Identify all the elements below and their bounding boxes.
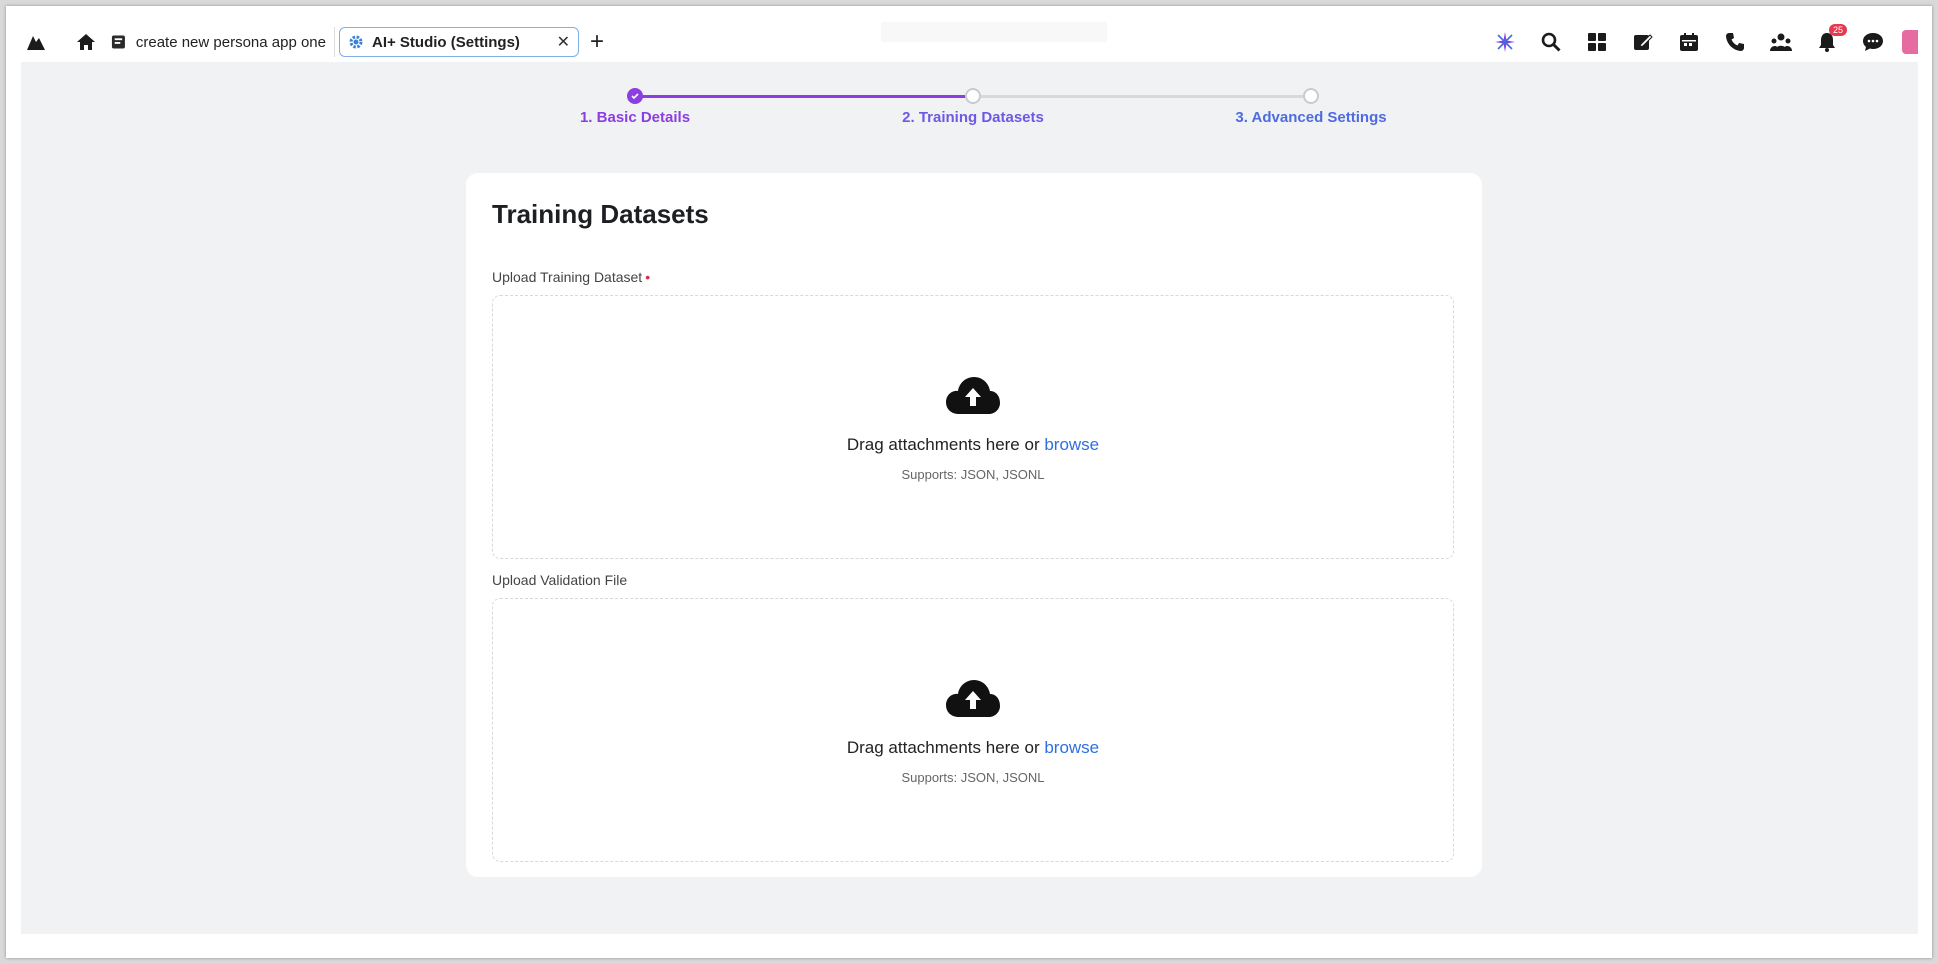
- page-title: Training Datasets: [492, 199, 709, 229]
- check-icon: [631, 93, 639, 100]
- tab-label: create new persona app one: [135, 33, 326, 51]
- step-1-dot[interactable]: [627, 88, 643, 104]
- notifications-bell-icon[interactable]: 25: [1804, 24, 1850, 57]
- step-2-label[interactable]: 2. Training Datasets: [902, 109, 1044, 126]
- cloud-upload-icon: [946, 680, 1000, 717]
- drag-text: Drag attachments here or: [846, 738, 1045, 757]
- team-icon[interactable]: [1758, 27, 1804, 57]
- compose-icon[interactable]: [1620, 27, 1666, 57]
- calendar-icon[interactable]: [1666, 27, 1712, 57]
- new-tab-button[interactable]: +: [579, 27, 615, 57]
- tab-ai-studio-settings[interactable]: AI+ Studio (Settings) ✕: [339, 27, 579, 57]
- home-icon[interactable]: [69, 27, 103, 57]
- step-3-dot[interactable]: [1303, 88, 1319, 104]
- browse-link[interactable]: browse: [1044, 738, 1099, 757]
- gear-icon: [349, 35, 363, 49]
- avatar[interactable]: [1902, 30, 1918, 54]
- top-bar: create new persona app one AI+ Studio (S…: [21, 22, 1918, 62]
- app-logo-icon[interactable]: [21, 27, 51, 57]
- supported-formats: Supports: JSON, JSONL: [901, 770, 1045, 785]
- required-marker: •: [645, 269, 651, 285]
- address-bar-placeholder: [881, 22, 1107, 42]
- browse-link[interactable]: browse: [1044, 435, 1099, 454]
- tab-create-new-persona[interactable]: create new persona app one: [103, 27, 335, 57]
- supported-formats: Supports: JSON, JSONL: [901, 467, 1045, 482]
- apps-grid-icon[interactable]: [1574, 27, 1620, 57]
- sparkle-icon[interactable]: [1482, 27, 1528, 57]
- close-icon[interactable]: ✕: [557, 32, 570, 52]
- main-content: 1. Basic Details 2. Training Datasets 3.…: [21, 62, 1918, 934]
- step-1-label[interactable]: 1. Basic Details: [580, 109, 690, 126]
- validation-file-label: Upload Validation File: [492, 572, 628, 588]
- validation-file-dropzone[interactable]: Drag attachments here or browse Supports…: [492, 598, 1454, 862]
- phone-icon[interactable]: [1712, 27, 1758, 57]
- drag-text: Drag attachments here or: [846, 435, 1045, 454]
- tab-label: AI+ Studio (Settings): [372, 33, 520, 51]
- wizard-stepper: 1. Basic Details 2. Training Datasets 3.…: [21, 62, 1918, 132]
- cloud-upload-icon: [946, 377, 1000, 414]
- stepper-pending-line: [974, 95, 1308, 98]
- step-3-label[interactable]: 3. Advanced Settings: [1235, 109, 1386, 126]
- training-datasets-card: Training Datasets Upload Training Datase…: [466, 173, 1482, 877]
- document-icon: [111, 35, 125, 49]
- chat-bubble-icon[interactable]: [1850, 27, 1896, 57]
- search-icon[interactable]: [1528, 27, 1574, 57]
- toolbar-icons: 25: [1482, 24, 1918, 57]
- step-2-dot[interactable]: [965, 88, 981, 104]
- training-dataset-dropzone[interactable]: Drag attachments here or browse Supports…: [492, 295, 1454, 559]
- stepper-progress-line: [635, 95, 969, 98]
- training-dataset-label: Upload Training Dataset •: [492, 269, 651, 285]
- notification-badge: 25: [1828, 24, 1847, 36]
